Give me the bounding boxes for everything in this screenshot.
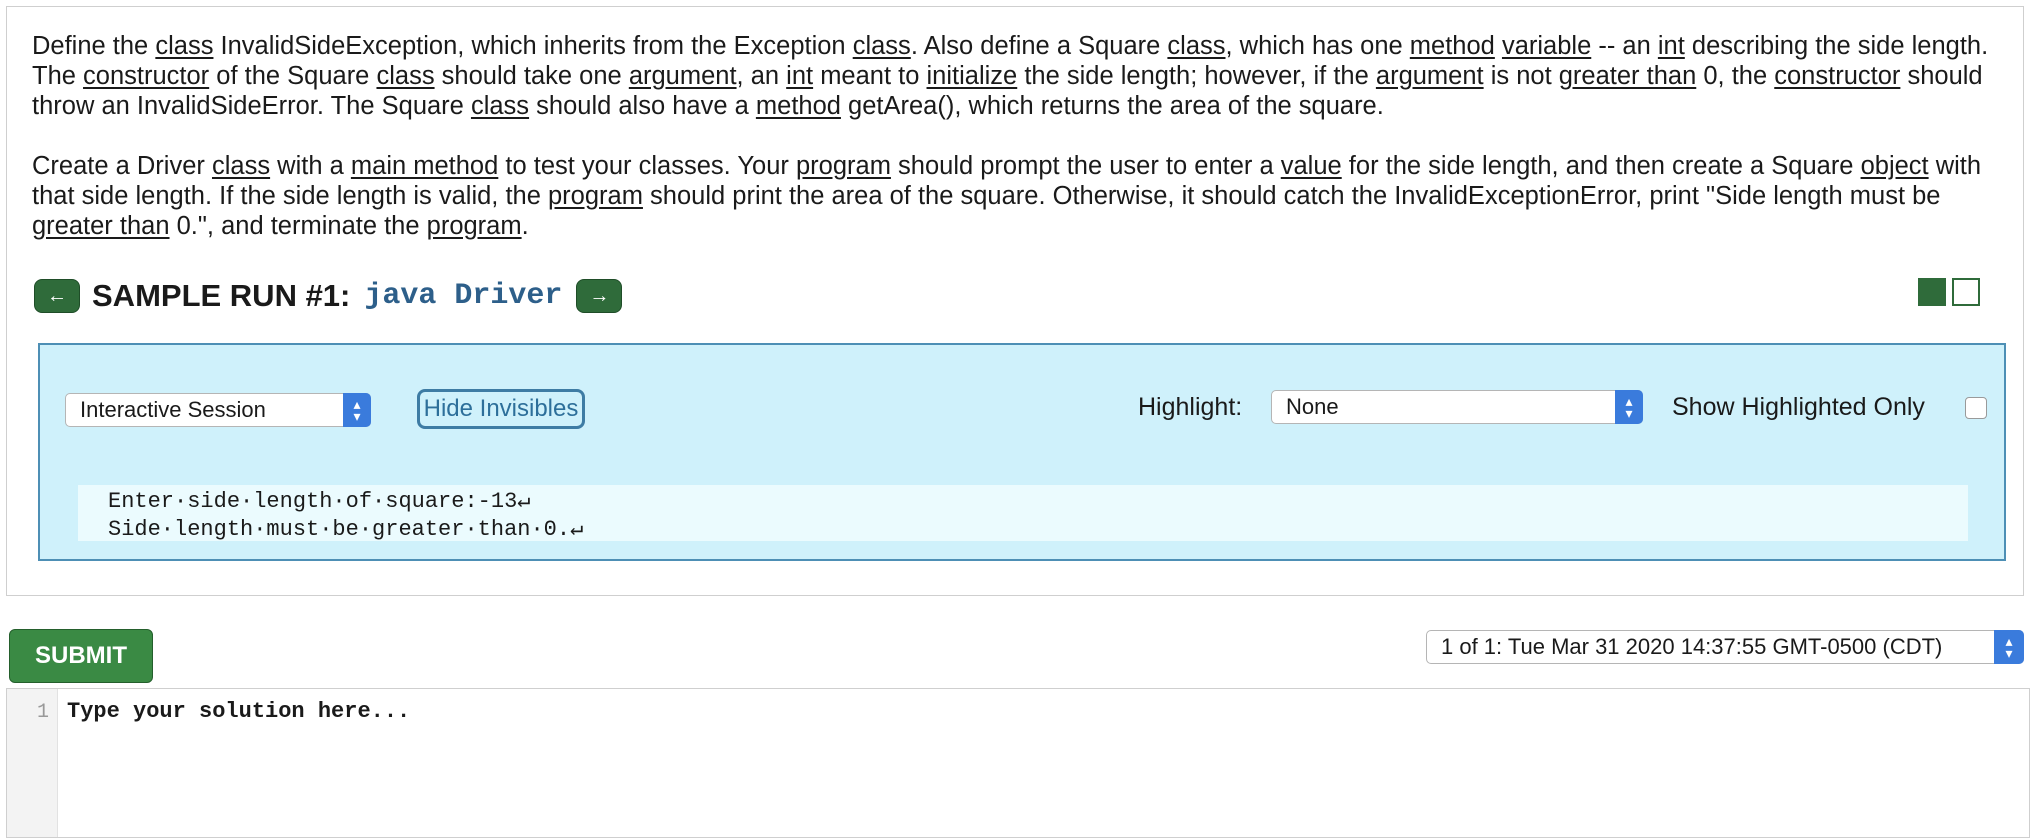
prev-sample-button[interactable]: ← — [34, 279, 80, 313]
editor-gutter: 1 — [7, 689, 58, 837]
session-panel: Interactive Session ▴ ▾ Hide Invisibles H… — [38, 343, 2006, 561]
session-mode-select[interactable]: Interactive Session ▴ ▾ — [65, 393, 371, 427]
hide-invisibles-button[interactable]: Hide Invisibles — [417, 389, 585, 429]
glossary-link[interactable]: greater than — [32, 212, 170, 240]
editor-placeholder[interactable]: Type your solution here... — [67, 699, 410, 724]
paragraph-text: should take one — [434, 62, 629, 90]
glossary-link[interactable]: greater than — [1559, 62, 1697, 90]
glossary-link[interactable]: class — [212, 152, 270, 180]
glossary-link[interactable]: class — [376, 62, 434, 90]
paragraph-text: Define the — [32, 32, 156, 60]
paragraph-text: 0.", and terminate the — [169, 212, 427, 240]
submission-version-select[interactable]: 1 of 1: Tue Mar 31 2020 14:37:55 GMT-050… — [1426, 630, 2024, 664]
select-arrows-icon: ▴ ▾ — [343, 393, 371, 427]
paragraph-text: InvalidSideException, which inherits fro… — [213, 32, 853, 60]
glossary-link[interactable]: program — [427, 212, 522, 240]
paragraph-text: should also have a — [529, 92, 756, 120]
show-highlighted-only-checkbox[interactable] — [1965, 397, 1987, 419]
glossary-link[interactable]: main method — [351, 152, 498, 180]
paragraph-text: Create a Driver — [32, 152, 212, 180]
glossary-link[interactable]: argument — [629, 62, 737, 90]
highlight-value: None — [1286, 394, 1339, 419]
problem-paragraph-2: Create a Driver class with a main method… — [32, 151, 2017, 241]
glossary-link[interactable]: program — [548, 182, 643, 210]
paragraph-text: , an — [736, 62, 787, 90]
highlight-select[interactable]: None ▴ ▾ — [1271, 390, 1643, 424]
glossary-link[interactable]: object — [1861, 152, 1929, 180]
paragraph-text — [1495, 32, 1502, 60]
submit-button[interactable]: SUBMIT — [9, 629, 153, 683]
output-line: Side·length·must·be·greater·than·0.↵ — [108, 517, 584, 542]
glossary-link[interactable]: int — [1658, 32, 1685, 60]
glossary-link[interactable]: initialize — [927, 62, 1018, 90]
select-arrows-icon: ▴ ▾ — [1994, 630, 2024, 664]
glossary-link[interactable]: class — [471, 92, 529, 120]
paragraph-text: . — [521, 212, 529, 240]
select-arrows-icon: ▴ ▾ — [1615, 390, 1643, 424]
paragraph-text: the side length; however, if the — [1017, 62, 1376, 90]
glossary-link[interactable]: class — [853, 32, 911, 60]
glossary-link[interactable]: int — [786, 62, 813, 90]
arrow-right-icon: → — [589, 284, 610, 307]
glossary-link[interactable]: value — [1281, 152, 1342, 180]
output-line: Enter·side·length·of·square:-13↵ — [108, 489, 531, 514]
submission-version-value: 1 of 1: Tue Mar 31 2020 14:37:55 GMT-050… — [1441, 634, 1943, 659]
paragraph-text: with a — [270, 152, 351, 180]
glossary-link[interactable]: method — [1410, 32, 1495, 60]
glossary-link[interactable]: constructor — [1774, 62, 1900, 90]
paragraph-text: -- an — [1591, 32, 1658, 60]
paragraph-text: , which has one — [1225, 32, 1410, 60]
paragraph-text: 0, the — [1696, 62, 1775, 90]
glossary-link[interactable]: argument — [1376, 62, 1484, 90]
next-sample-button[interactable]: → — [576, 279, 623, 313]
paragraph-text: is not — [1483, 62, 1559, 90]
sample-run-header: ← SAMPLE RUN #1: java Driver → — [34, 276, 623, 316]
glossary-link[interactable]: program — [796, 152, 891, 180]
paragraph-text: . Also define a Square — [910, 32, 1168, 60]
glossary-link[interactable]: class — [1167, 32, 1225, 60]
paragraph-text: for the side length, and then create a S… — [1341, 152, 1861, 180]
filled-view-icon[interactable] — [1918, 278, 1946, 306]
sample-run-title: SAMPLE RUN #1: — [92, 278, 351, 313]
paragraph-text: to test your classes. Your — [498, 152, 796, 180]
glossary-link[interactable]: method — [756, 92, 841, 120]
glossary-link[interactable]: variable — [1502, 32, 1591, 60]
session-mode-value: Interactive Session — [80, 397, 266, 422]
line-number: 1 — [36, 701, 49, 724]
paragraph-text: of the Square — [209, 62, 377, 90]
view-toggle — [1918, 278, 1980, 306]
show-highlighted-only-label: Show Highlighted Only — [1672, 393, 1925, 421]
glossary-link[interactable]: constructor — [83, 62, 209, 90]
paragraph-text: should print the area of the square. Oth… — [642, 182, 1941, 210]
glossary-link[interactable]: class — [155, 32, 213, 60]
problem-paragraph-1: Define the class InvalidSideException, w… — [32, 31, 2017, 121]
paragraph-text: should prompt the user to enter a — [890, 152, 1281, 180]
sample-run-command: java Driver — [364, 279, 563, 313]
session-output: Enter·side·length·of·square:-13↵ Side·len… — [78, 485, 1968, 542]
paragraph-text: getArea(), which returns the area of the… — [840, 92, 1384, 120]
paragraph-text: meant to — [813, 62, 927, 90]
code-editor[interactable]: 1 Type your solution here... — [6, 688, 2030, 838]
highlight-label: Highlight: — [1138, 393, 1243, 421]
outline-view-icon[interactable] — [1952, 278, 1980, 306]
arrow-left-icon: ← — [47, 284, 67, 307]
problem-panel: Define the class InvalidSideException, w… — [6, 6, 2024, 596]
